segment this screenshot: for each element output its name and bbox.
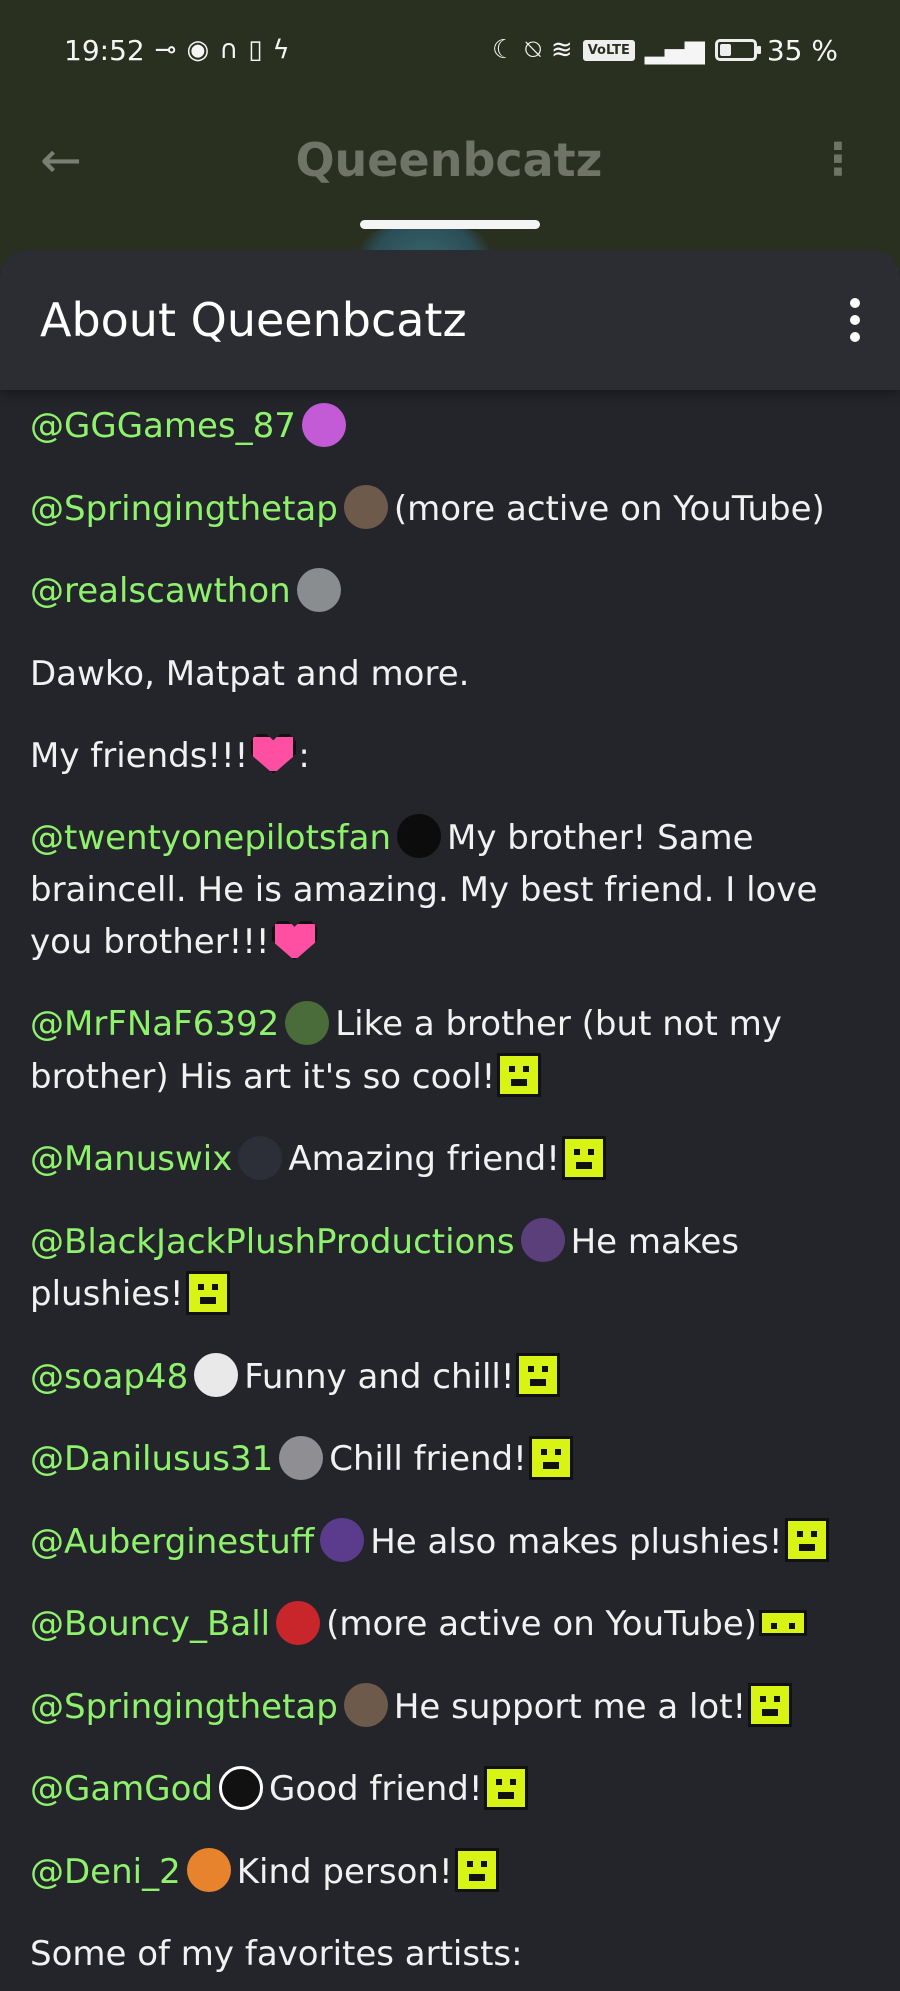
mention-link[interactable]: @Auberginestuff <box>30 1522 314 1562</box>
user-avatar-icon <box>285 1000 330 1045</box>
green-flat-emoji-icon <box>759 1609 808 1636</box>
user-avatar-icon <box>320 1518 365 1562</box>
green-face-emoji-icon <box>484 1765 529 1810</box>
user-avatar-icon <box>279 1435 324 1480</box>
list-item: @twentyonepilotsfan My brother! Same brai… <box>30 812 870 969</box>
status-right: ☾ ⍉ ≋ VoLTE ▂▄▆ 35 % <box>492 34 838 67</box>
more-vertical-icon[interactable]: ⋮ <box>816 138 860 182</box>
list-item: @GGGames_87 <box>30 400 870 453</box>
user-avatar-icon <box>343 1683 388 1727</box>
battery-percent: 35 % <box>766 33 838 67</box>
mention-link[interactable]: @realscawthon <box>30 571 291 611</box>
sheet-more-vertical-icon[interactable] <box>844 292 866 348</box>
list-item-text: Kind person! <box>236 1851 453 1892</box>
user-avatar-icon <box>397 814 442 858</box>
list-item-text: Dawko, Matpat and more. <box>30 653 470 694</box>
list-item-text: (more active on YouTube) <box>393 488 825 529</box>
list-item: @Manuswix Amazing friend! <box>30 1133 870 1186</box>
user-avatar-icon <box>186 1848 231 1892</box>
list-item: @BlackJackPlushProductions He makes plush… <box>30 1216 870 1321</box>
user-avatar-icon <box>238 1135 283 1180</box>
green-face-emoji-icon <box>516 1353 561 1397</box>
mention-link[interactable]: @Springingthetap <box>30 1687 338 1727</box>
app-header: ← Queenbcatz ⋮ <box>0 110 900 210</box>
status-time: 19:52 <box>64 33 145 67</box>
wifi-icon: ≋ <box>550 35 573 65</box>
list-item: @GamGod Good friend! <box>30 1763 870 1816</box>
sheet-title: About Queenbcatz <box>40 293 467 347</box>
mention-link[interactable]: @Bouncy_Ball <box>30 1604 270 1644</box>
list-item: Dawko, Matpat and more. <box>30 648 870 700</box>
mention-link[interactable]: @Deni_2 <box>30 1852 181 1892</box>
list-item-text: Funny and chill! <box>244 1356 515 1397</box>
list-item: @soap48 Funny and chill! <box>30 1351 870 1404</box>
list-item-text: Amazing friend! <box>288 1139 560 1179</box>
green-face-emoji-icon <box>528 1435 573 1480</box>
list-item-text: Good friend! <box>269 1769 483 1809</box>
user-avatar-icon <box>301 402 346 447</box>
list-item: My friends!!!: <box>30 730 870 782</box>
sheet-header: About Queenbcatz <box>0 250 900 390</box>
about-sheet: About Queenbcatz @GGGames_87 @Springingt… <box>0 250 900 1991</box>
user-avatar-icon <box>276 1600 321 1645</box>
mention-link[interactable]: @BlackJackPlushProductions <box>30 1222 515 1262</box>
list-item-suffix: : <box>298 735 310 776</box>
green-face-emoji-icon <box>185 1270 230 1315</box>
battery-small-icon: ▯ <box>248 35 263 65</box>
status-bar: 19:52 ⊸ ◉ ∩ ▯ ϟ ☾ ⍉ ≋ VoLTE ▂▄▆ 35 % <box>0 0 900 100</box>
list-item: @Auberginestuff He also makes plushies! <box>30 1516 870 1569</box>
list-item-text: He support me a lot! <box>393 1686 747 1727</box>
key-icon: ⊸ <box>154 35 177 65</box>
battery-icon <box>714 39 761 61</box>
list-item: Some of my favorites artists: <box>30 1928 870 1980</box>
green-face-emoji-icon <box>748 1683 793 1727</box>
pink-heart-icon <box>271 920 318 961</box>
bolt-icon: ϟ <box>272 35 290 65</box>
list-item-text: He also makes plushies! <box>370 1521 783 1562</box>
volte-icon: VoLTE <box>582 39 635 61</box>
page-title: Queenbcatz <box>295 133 603 187</box>
green-face-emoji-icon <box>454 1848 499 1892</box>
mention-link[interactable]: @MrFNaF6392 <box>30 1004 279 1044</box>
verified-avatar-icon <box>296 567 341 612</box>
user-avatar-icon <box>219 1765 264 1810</box>
list-item: @realscawthon <box>30 565 870 618</box>
status-left: 19:52 ⊸ ◉ ∩ ▯ ϟ <box>64 34 290 67</box>
list-item-text: My friends!!! <box>30 735 249 776</box>
mention-link[interactable]: @GGGames_87 <box>30 406 296 446</box>
mention-link[interactable]: @Manuswix <box>30 1139 232 1179</box>
list-item: @Deni_2 Kind person! <box>30 1846 870 1899</box>
about-content: @GGGames_87 @Springingthetap (more active… <box>0 390 900 1980</box>
list-item: @Bouncy_Ball (more active on YouTube) <box>30 1598 870 1651</box>
signal-icon: ▂▄▆ <box>644 35 705 65</box>
eye-icon: ◉ <box>186 35 210 65</box>
list-item: @Danilusus31 Chill friend! <box>30 1433 870 1486</box>
list-item: @Springingthetap (more active on YouTube) <box>30 483 870 536</box>
headphones-icon: ∩ <box>219 35 239 65</box>
user-avatar-icon <box>194 1353 239 1397</box>
mention-link[interactable]: @GamGod <box>30 1769 213 1809</box>
list-item-text: Chill friend! <box>329 1439 527 1479</box>
green-face-emoji-icon <box>497 1053 542 1097</box>
arrow-left-icon[interactable]: ← <box>40 135 82 185</box>
list-item: @MrFNaF6392 Like a brother (but not my br… <box>30 998 870 1103</box>
user-avatar-icon <box>520 1218 565 1262</box>
user-avatar-icon <box>343 485 388 529</box>
mention-link[interactable]: @Springingthetap <box>30 489 338 529</box>
list-item-text: Some of my favorites artists: <box>30 1934 523 1974</box>
mention-link[interactable]: @twentyonepilotsfan <box>30 818 391 858</box>
pink-heart-icon <box>250 734 297 774</box>
green-face-emoji-icon <box>561 1135 606 1180</box>
sheet-drag-handle[interactable] <box>360 220 540 229</box>
bell-off-icon: ⍉ <box>525 35 541 65</box>
mention-link[interactable]: @Danilusus31 <box>30 1439 273 1479</box>
mention-link[interactable]: @soap48 <box>30 1357 188 1397</box>
green-face-emoji-icon <box>784 1518 829 1562</box>
list-item-text: (more active on YouTube) <box>326 1604 758 1644</box>
list-item: @Springingthetap He support me a lot! <box>30 1681 870 1734</box>
moon-icon: ☾ <box>491 35 516 65</box>
